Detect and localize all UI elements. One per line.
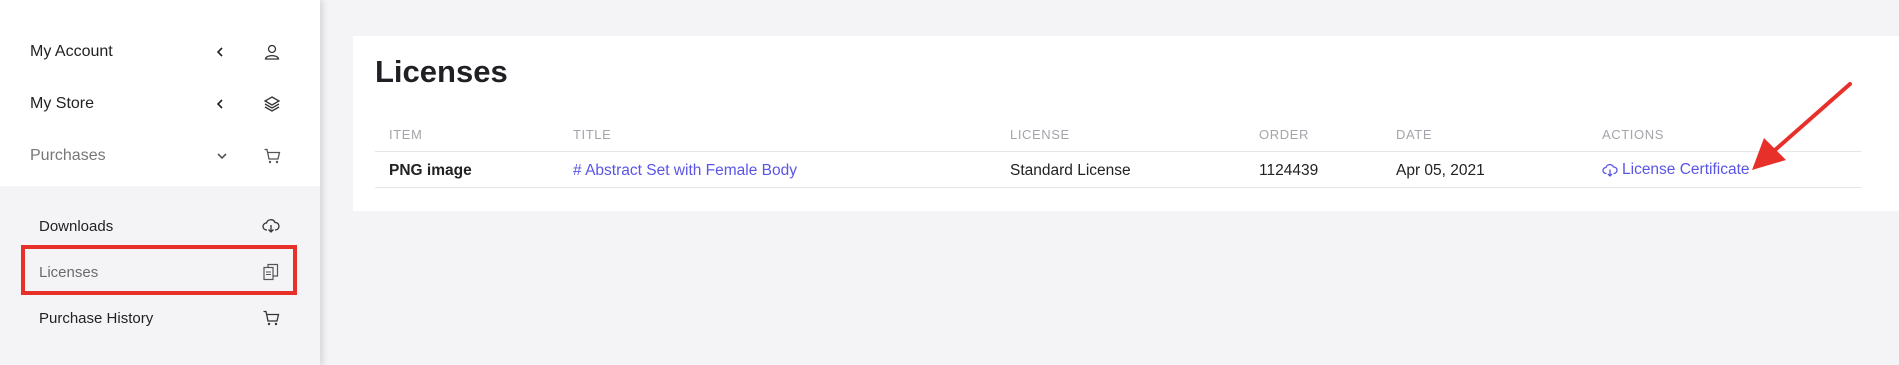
cloud-download-icon (262, 217, 280, 235)
chevron-left-icon (212, 96, 228, 112)
sidebar-item-downloads[interactable]: Downloads (20, 206, 296, 246)
sidebar-item-my-store[interactable]: My Store (0, 84, 320, 124)
sidebar-item-label: My Store (30, 95, 95, 112)
column-header-order: ORDER (1259, 127, 1309, 142)
annotation-arrow-icon (1752, 82, 1852, 170)
column-header-title: TITLE (573, 127, 612, 142)
cell-item: PNG image (389, 162, 472, 179)
licenses-card: Licenses ITEM TITLE LICENSE ORDER DATE A… (353, 36, 1899, 211)
cart-icon (262, 146, 282, 166)
layers-icon (262, 94, 282, 114)
cell-order: 1124439 (1259, 162, 1319, 179)
sidebar-item-purchases[interactable]: Purchases (0, 136, 320, 176)
cloud-download-icon (1602, 163, 1618, 177)
sidebar-item-my-account[interactable]: My Account (0, 32, 320, 72)
table-row: PNG image # Abstract Set with Female Bod… (375, 152, 1861, 188)
license-certificate-label: License Certificate (1622, 161, 1750, 178)
cell-date: Apr 05, 2021 (1396, 162, 1485, 179)
sidebar-item-purchase-history[interactable]: Purchase History (20, 298, 296, 338)
column-header-license: LICENSE (1010, 127, 1070, 142)
cart-icon (262, 309, 280, 327)
cell-title-link[interactable]: # Abstract Set with Female Body (573, 162, 797, 180)
cell-license: Standard License (1010, 162, 1131, 179)
chevron-down-icon (214, 148, 230, 164)
column-header-actions: ACTIONS (1602, 127, 1664, 142)
table-header: ITEM TITLE LICENSE ORDER DATE ACTIONS (375, 118, 1861, 152)
annotation-highlight-box (21, 245, 297, 295)
page-title: Licenses (375, 54, 508, 89)
chevron-left-icon (212, 44, 228, 60)
column-header-date: DATE (1396, 127, 1433, 142)
column-header-item: ITEM (389, 127, 423, 142)
sidebar-item-label: Purchase History (39, 309, 154, 327)
sidebar-item-label: Purchases (30, 147, 106, 164)
license-certificate-link[interactable]: License Certificate (1602, 161, 1750, 179)
sidebar-item-label: My Account (30, 43, 113, 60)
sidebar: My Account My Store Purchases Downloads (0, 0, 320, 365)
sidebar-item-label: Downloads (39, 217, 114, 235)
user-icon (262, 42, 282, 62)
